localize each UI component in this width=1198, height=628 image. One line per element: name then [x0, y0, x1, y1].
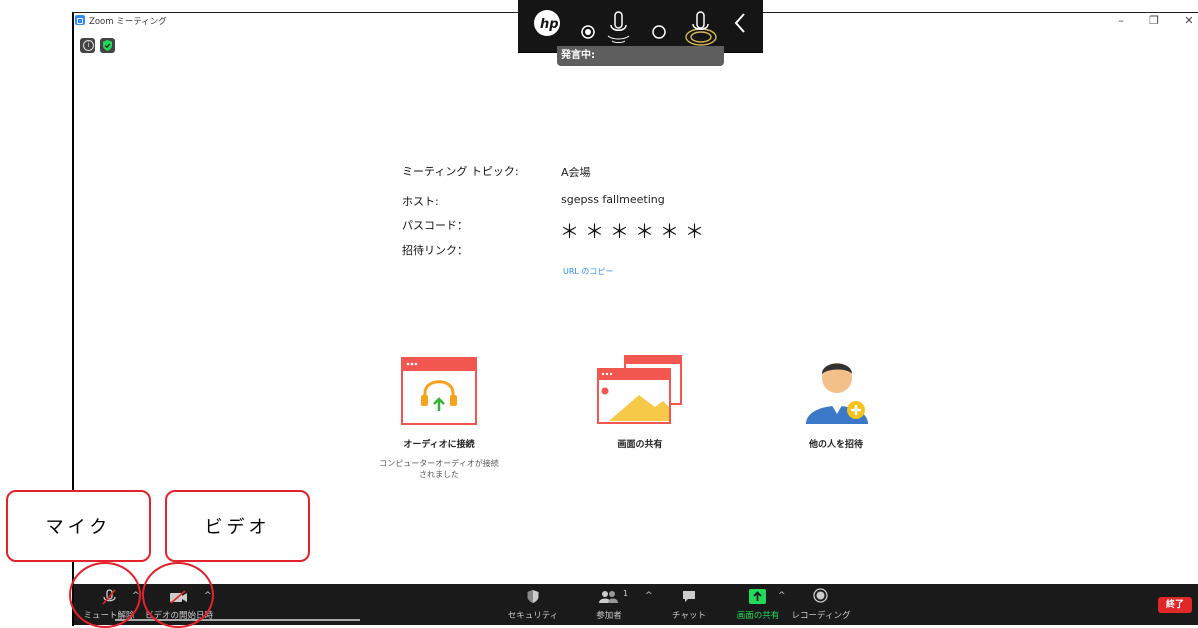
- share-screen-icon: [749, 589, 766, 604]
- topic-label: ミーティング トピック:: [402, 165, 519, 178]
- passcode-label: パスコード：: [402, 219, 468, 232]
- share-screen-toolbar-label: 画面の共有: [736, 611, 780, 621]
- invite-person-icon: [806, 363, 868, 424]
- video-annotation-callout: ビデオ: [165, 490, 310, 562]
- host-value: sgepss fallmeeting: [561, 193, 665, 206]
- microphone-icon: [607, 11, 630, 43]
- copy-url-link[interactable]: URL のコピー: [563, 266, 613, 277]
- participants-label: 参加者: [596, 611, 622, 621]
- participants-icon: [599, 591, 618, 603]
- passcode-value: ＊＊＊＊＊＊: [560, 221, 711, 243]
- encryption-shield-button[interactable]: [100, 38, 115, 53]
- chat-bubble-icon: [683, 591, 695, 602]
- audio-headphones-icon: [401, 357, 477, 425]
- audio-connected-status: コンピューターオーディオが接続されました: [379, 459, 499, 479]
- shield-icon: [527, 590, 539, 603]
- bottom-progress-line: [115, 619, 360, 621]
- radio-selected-icon[interactable]: [581, 25, 595, 39]
- participants-caret-icon[interactable]: ^: [645, 591, 653, 601]
- close-button[interactable]: ✕: [1181, 14, 1197, 27]
- share-screen-windows-icon: [597, 355, 682, 424]
- chat-button[interactable]: チャット: [661, 584, 717, 625]
- recording-label: レコーディング: [791, 611, 851, 621]
- invite-link-label: 招待リンク：: [402, 244, 468, 257]
- video-highlight-ring: [142, 562, 214, 628]
- restore-button[interactable]: ❐: [1146, 14, 1162, 27]
- minimize-button[interactable]: –: [1113, 14, 1129, 27]
- share-screen-label: 画面の共有: [617, 440, 663, 450]
- topic-value: A会場: [561, 166, 591, 179]
- hp-logo-icon: hp: [534, 10, 560, 36]
- invite-others-card[interactable]: [802, 350, 872, 426]
- record-icon: [813, 588, 828, 603]
- meeting-info-button[interactable]: i: [80, 38, 95, 53]
- speaking-tooltip: 発言中:: [557, 46, 724, 66]
- radio-unselected-icon[interactable]: [652, 25, 666, 39]
- svg-text:hp: hp: [540, 17, 559, 32]
- window-title: Zoom ミーティング: [89, 17, 167, 27]
- microphone-surround-icon: [685, 11, 717, 46]
- participants-count: 1: [623, 589, 629, 598]
- collapse-chevron-icon[interactable]: [734, 13, 745, 33]
- join-audio-button[interactable]: [401, 357, 477, 425]
- info-icon: i: [83, 40, 94, 51]
- security-button[interactable]: セキュリティ: [503, 584, 563, 625]
- zoom-logo-icon: [75, 15, 85, 25]
- invite-others-label: 他の人を招待: [808, 440, 863, 450]
- mic-highlight-ring: [69, 562, 141, 628]
- recording-button[interactable]: レコーディング: [790, 584, 852, 625]
- mic-annotation-callout: マイク: [6, 490, 151, 562]
- share-screen-card[interactable]: [597, 355, 683, 425]
- security-label: セキュリティ: [507, 611, 559, 621]
- end-meeting-button[interactable]: 終了: [1158, 597, 1192, 613]
- chat-label: チャット: [672, 611, 706, 621]
- host-label: ホスト:: [402, 195, 439, 208]
- green-shield-icon: [103, 40, 112, 51]
- share-screen-button[interactable]: ^ 画面の共有: [726, 584, 790, 625]
- join-audio-label: オーディオに接続: [403, 440, 475, 450]
- participants-button[interactable]: 1 ^ 参加者: [579, 584, 652, 625]
- share-options-caret-icon[interactable]: ^: [778, 591, 786, 601]
